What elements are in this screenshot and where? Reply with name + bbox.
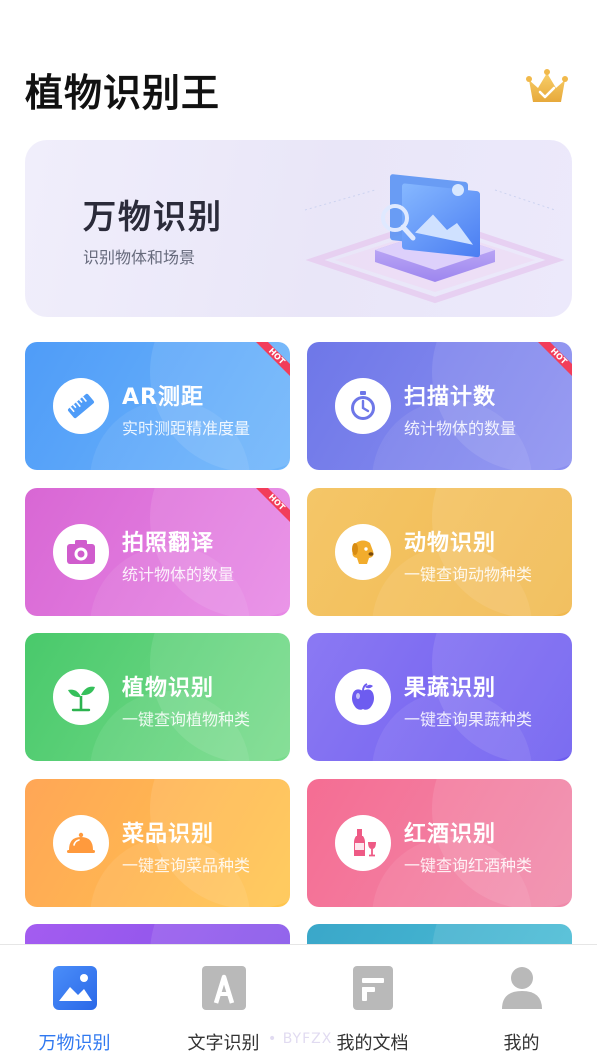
sprout-icon (53, 669, 109, 725)
document-icon (352, 966, 393, 1010)
card-title: 拍照翻译 (122, 531, 215, 556)
tab-label: 万物识别 (38, 1033, 111, 1054)
watermark: • BYFZX (268, 1031, 333, 1047)
tab-object-recognition[interactable]: 万物识别 (0, 945, 149, 1063)
header: 植物识别王 (0, 0, 597, 130)
card-subtitle: 实时测距精准度量 (122, 419, 251, 438)
card-title: 植物识别 (122, 676, 215, 701)
card-subtitle: 统计物体的数量 (122, 565, 235, 584)
card-plant-recognition[interactable]: 植物识别 一键查询植物种类 (25, 633, 290, 761)
apple-icon (335, 669, 391, 725)
card-dish-recognition[interactable]: 菜品识别 一键查询菜品种类 (25, 779, 290, 907)
card-photo-translate[interactable]: 拍照翻译 统计物体的数量 HOT (25, 488, 290, 616)
food-cloche-icon (53, 815, 109, 871)
card-subtitle: 一键查询菜品种类 (122, 856, 251, 875)
letter-a-icon (201, 966, 246, 1010)
tab-profile[interactable]: 我的 (447, 945, 596, 1063)
camera-icon (53, 524, 109, 580)
card-title: 菜品识别 (122, 822, 215, 847)
banner-title: 万物识别 (83, 197, 223, 236)
card-scan-count[interactable]: 扫描计数 统计物体的数量 HOT (307, 342, 572, 470)
card-title: AR测距 (122, 385, 204, 410)
card-ar-measure[interactable]: AR测距 实时测距精准度量 HOT (25, 342, 290, 470)
card-subtitle: 一键查询动物种类 (404, 565, 533, 584)
card-title: 果蔬识别 (404, 676, 497, 701)
bottom-tab-bar: 万物识别 文字识别 我的文档 我的 • BYFZX (0, 944, 597, 1063)
user-icon (501, 967, 542, 1009)
hot-badge: HOT (246, 488, 290, 532)
card-wine-recognition[interactable]: 红酒识别 一键查询红酒种类 (307, 779, 572, 907)
card-animal-recognition[interactable]: 动物识别 一键查询动物种类 (307, 488, 572, 616)
hot-badge: HOT (528, 342, 572, 386)
card-subtitle: 一键查询红酒种类 (404, 856, 533, 875)
app-title: 植物识别王 (25, 71, 221, 115)
wine-bottle-icon (335, 815, 391, 871)
hot-badge: HOT (246, 342, 290, 386)
card-subtitle: 统计物体的数量 (404, 419, 517, 438)
crown-vip-icon[interactable] (526, 68, 568, 108)
card-title: 扫描计数 (404, 385, 497, 410)
tab-label: 我的 (503, 1033, 540, 1054)
image-recognition-illustration-icon (304, 174, 565, 304)
card-title: 红酒识别 (404, 822, 497, 847)
card-subtitle: 一键查询植物种类 (122, 710, 251, 729)
card-title: 动物识别 (404, 531, 497, 556)
card-produce-recognition[interactable]: 果蔬识别 一键查询果蔬种类 (307, 633, 572, 761)
image-icon (52, 966, 97, 1010)
banner-subtitle: 识别物体和场景 (83, 248, 196, 267)
banner-object-recognition[interactable]: 万物识别 识别物体和场景 (25, 140, 572, 317)
ruler-icon (53, 378, 109, 434)
card-subtitle: 一键查询果蔬种类 (404, 710, 533, 729)
stopwatch-icon (335, 378, 391, 434)
dog-icon (335, 524, 391, 580)
